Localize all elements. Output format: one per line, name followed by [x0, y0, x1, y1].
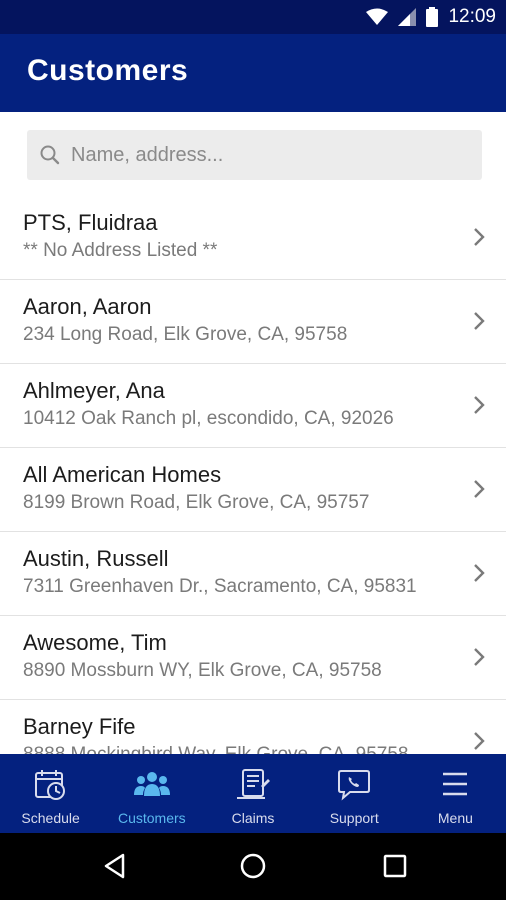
customer-name: Awesome, Tim	[23, 630, 167, 655]
tab-customers[interactable]: Customers	[101, 754, 202, 833]
chevron-right-icon	[474, 396, 485, 414]
customer-name: Aaron, Aaron	[23, 294, 152, 319]
cell-signal-icon	[398, 8, 417, 26]
status-time: 12:09	[448, 6, 496, 27]
back-triangle-icon[interactable]	[100, 851, 130, 881]
list-item[interactable]: All American Homes 8199 Brown Road, Elk G…	[0, 448, 506, 532]
chevron-right-icon	[474, 564, 485, 582]
tab-schedule-label: Schedule	[21, 810, 80, 826]
document-pen-icon	[237, 769, 270, 799]
page-title: Customers	[27, 54, 189, 87]
search-input[interactable]	[71, 130, 471, 180]
tab-claims[interactable]: Claims	[202, 754, 303, 833]
system-nav-bar	[0, 833, 506, 900]
bottom-tab-bar: Schedule Customers Claims Support Menu	[0, 754, 506, 833]
list-item[interactable]: Awesome, Tim 8890 Mossburn WY, Elk Grove,…	[0, 616, 506, 700]
customer-name: All American Homes	[23, 462, 222, 487]
status-bar: 12:09	[0, 0, 506, 34]
tab-support-label: Support	[329, 810, 379, 826]
chevron-right-icon	[474, 732, 485, 750]
search-icon	[40, 145, 60, 165]
people-group-icon	[133, 772, 170, 796]
tab-menu[interactable]: Menu	[405, 754, 506, 833]
tab-support[interactable]: Support	[304, 754, 405, 833]
tab-menu-label: Menu	[437, 810, 473, 826]
list-item[interactable]: Barney Fife 8888 Mockingbird Way, Elk Gro…	[0, 700, 506, 754]
customer-address: 8890 Mossburn WY, Elk Grove, CA, 95758	[23, 660, 382, 681]
tab-claims-label: Claims	[231, 810, 275, 826]
customer-address: ** No Address Listed **	[23, 240, 218, 261]
customer-name: Barney Fife	[23, 714, 136, 739]
customer-address: 8199 Brown Road, Elk Grove, CA, 95757	[23, 492, 370, 513]
hamburger-menu-icon	[443, 772, 468, 796]
list-item[interactable]: Aaron, Aaron 234 Long Road, Elk Grove, CA…	[0, 280, 506, 364]
tab-customers-label: Customers	[117, 810, 186, 826]
customer-name: Ahlmeyer, Ana	[23, 378, 165, 403]
customer-name: PTS, Fluidraa	[23, 210, 158, 235]
chevron-right-icon	[474, 480, 485, 498]
customer-address: 7311 Greenhaven Dr., Sacramento, CA, 958…	[23, 576, 417, 597]
customer-name: Austin, Russell	[23, 546, 169, 571]
chevron-right-icon	[474, 312, 485, 330]
status-icons: 12:09	[366, 0, 496, 34]
customer-list[interactable]: PTS, Fluidraa ** No Address Listed ** Aaro…	[0, 196, 506, 754]
chat-phone-icon	[338, 770, 371, 801]
search-box[interactable]	[27, 130, 482, 180]
customer-address: 234 Long Road, Elk Grove, CA, 95758	[23, 324, 348, 345]
battery-icon	[426, 7, 439, 27]
app-bar: Customers	[0, 34, 506, 112]
customer-address: 8888 Mockingbird Way, Elk Grove, CA, 957…	[23, 744, 408, 754]
calendar-clock-icon	[34, 770, 65, 800]
chevron-right-icon	[474, 228, 485, 246]
tab-schedule[interactable]: Schedule	[0, 754, 101, 833]
chevron-right-icon	[474, 648, 485, 666]
list-item[interactable]: Austin, Russell 7311 Greenhaven Dr., Sacr…	[0, 532, 506, 616]
list-item[interactable]: Ahlmeyer, Ana 10412 Oak Ranch pl, escondi…	[0, 364, 506, 448]
customer-address: 10412 Oak Ranch pl, escondido, CA, 92026	[23, 408, 394, 429]
recents-square-icon[interactable]	[380, 851, 410, 881]
list-item[interactable]: PTS, Fluidraa ** No Address Listed **	[0, 196, 506, 280]
wifi-icon	[366, 8, 389, 25]
home-circle-icon[interactable]	[238, 851, 268, 881]
